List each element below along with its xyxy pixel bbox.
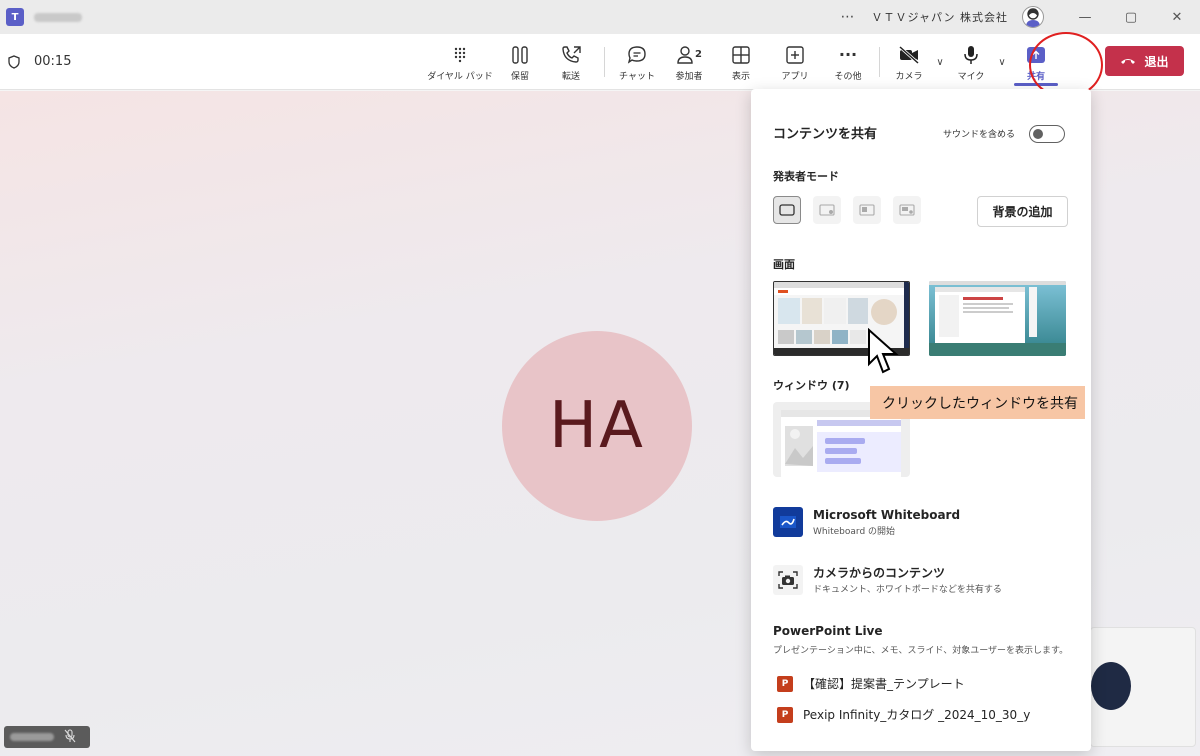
microphone-icon [963, 43, 979, 67]
more-icon: ··· [838, 45, 858, 64]
camera-label: カメラ [895, 71, 923, 82]
organization-name[interactable]: ＶＴＶジャパン 株式会社 [872, 9, 1009, 25]
include-sound-label: サウンドを含める [943, 130, 1016, 140]
participant-count: 2 [695, 49, 702, 60]
standout-mode-button[interactable] [813, 196, 841, 224]
share-panel-title: コンテンツを共有 [773, 127, 878, 142]
leave-button[interactable]: 退出 [1105, 46, 1184, 76]
include-sound-toggle[interactable] [1029, 125, 1065, 143]
hang-up-icon [1121, 59, 1136, 64]
participant-avatar: HA [502, 331, 692, 521]
leave-label: 退出 [1144, 54, 1169, 69]
mic-options-chevron-icon[interactable]: ∨ [994, 57, 1010, 68]
dialpad-icon [453, 43, 467, 67]
whiteboard-subtitle: Whiteboard の開始 [813, 527, 896, 537]
toolbar-divider [604, 47, 605, 77]
mic-button[interactable]: マイク [948, 34, 994, 90]
hold-label: 保留 [510, 71, 529, 82]
participant-name-redacted [10, 733, 54, 741]
camera-off-icon [898, 43, 920, 67]
participants-button[interactable]: 2 参加者 [663, 34, 715, 90]
mouse-pointer-icon [866, 327, 902, 379]
transfer-button[interactable]: 転送 [544, 34, 598, 90]
camera-button[interactable]: カメラ [886, 34, 932, 90]
presenter-mode-heading: 発表者モード [773, 170, 839, 183]
user-avatar-icon [1026, 8, 1040, 27]
dialpad-label: ダイヤル パッド [427, 71, 493, 82]
teams-logo-icon: T [6, 8, 24, 26]
window-title-redacted [34, 12, 82, 22]
call-transfer-icon [560, 43, 582, 67]
hold-button[interactable]: 保留 [496, 34, 544, 90]
camera-content-subtitle: ドキュメント、ホワイトボードなどを共有する [813, 585, 1002, 595]
mic-muted-icon [64, 728, 76, 746]
content-only-icon [779, 204, 795, 216]
reporter-mode-button[interactable] [893, 196, 921, 224]
more-label: その他 [834, 71, 862, 82]
participant-name-tag [4, 726, 90, 748]
share-button[interactable]: 共有 [1010, 34, 1062, 90]
screen-heading: 画面 [773, 258, 795, 271]
chat-icon [626, 43, 648, 67]
self-video-tile[interactable] [1090, 627, 1196, 747]
apps-label: アプリ [781, 71, 809, 82]
camera-content-icon [773, 565, 803, 595]
toolbar-divider [879, 47, 880, 77]
windows-heading: ウィンドウ (7) [773, 379, 850, 392]
camera-content-title: カメラからのコンテンツ [813, 566, 946, 580]
content-only-mode-button[interactable] [773, 196, 801, 224]
view-label: 表示 [731, 71, 750, 82]
maximize-button[interactable]: ▢ [1108, 0, 1154, 34]
add-app-icon [785, 43, 805, 67]
ppt-file-name: Pexip Infinity_カタログ _2024_10_30_y [803, 708, 1031, 722]
camera-content-option[interactable]: カメラからのコンテンツ ドキュメント、ホワイトボードなどを共有する [773, 565, 1002, 597]
standout-icon [819, 204, 835, 216]
powerpoint-live-heading: PowerPoint Live [773, 624, 883, 638]
apps-button[interactable]: アプリ [767, 34, 823, 90]
side-by-side-icon [859, 204, 875, 216]
grid-view-icon [731, 43, 751, 67]
participant-initials: HA [549, 389, 645, 463]
share-content-panel: コンテンツを共有 サウンドを含める 発表者モード 背景の追加 画面 ウィンドウ … [751, 89, 1091, 751]
screen-2-thumbnail[interactable] [929, 281, 1066, 356]
instruction-callout: クリックしたウィンドウを共有 [870, 386, 1085, 419]
side-by-side-mode-button[interactable] [853, 196, 881, 224]
mic-label: マイク [957, 71, 985, 82]
add-background-button[interactable]: 背景の追加 [977, 196, 1068, 227]
ppt-file-item[interactable]: P Pexip Infinity_カタログ _2024_10_30_y [777, 706, 1030, 723]
self-avatar [1091, 662, 1131, 710]
reporter-icon [899, 204, 915, 216]
dialpad-button[interactable]: ダイヤル パッド [424, 34, 496, 90]
more-button[interactable]: ··· その他 [823, 34, 873, 90]
camera-options-chevron-icon[interactable]: ∨ [932, 57, 948, 68]
powerpoint-file-icon: P [777, 675, 793, 692]
chat-label: チャット [619, 71, 655, 82]
profile-avatar[interactable] [1022, 6, 1044, 28]
share-upload-icon [1027, 46, 1045, 63]
whiteboard-option[interactable]: Microsoft Whiteboard Whiteboard の開始 [773, 507, 960, 539]
powerpoint-live-description: プレゼンテーション中に、メモ、スライド、対象ユーザーを表示します。 [773, 646, 1069, 656]
people-icon: 2 [676, 43, 702, 67]
meeting-timer: 00:15 [34, 54, 72, 69]
share-label: 共有 [1026, 71, 1045, 82]
whiteboard-title: Microsoft Whiteboard [813, 508, 961, 522]
minimize-button[interactable]: — [1062, 0, 1108, 34]
powerpoint-file-icon: P [777, 706, 793, 723]
title-bar: T ⋯ ＶＴＶジャパン 株式会社 — ▢ ✕ [0, 0, 1200, 34]
whiteboard-icon [773, 507, 803, 537]
meeting-toolbar: 00:15 ダイヤル パッド 保留 転送 チャット 2 参加者 表示 アプリ ·… [0, 34, 1200, 90]
shield-icon [8, 54, 22, 70]
view-button[interactable]: 表示 [715, 34, 767, 90]
participants-label: 参加者 [675, 71, 703, 82]
more-options-button[interactable]: ⋯ [841, 9, 856, 25]
transfer-label: 転送 [561, 71, 580, 82]
share-active-indicator [1014, 83, 1058, 86]
close-window-button[interactable]: ✕ [1154, 0, 1200, 34]
pause-icon [511, 43, 529, 67]
ppt-file-item[interactable]: P 【確認】提案書_テンプレート [777, 675, 965, 692]
chat-button[interactable]: チャット [611, 34, 663, 90]
ppt-file-name: 【確認】提案書_テンプレート [803, 677, 965, 691]
